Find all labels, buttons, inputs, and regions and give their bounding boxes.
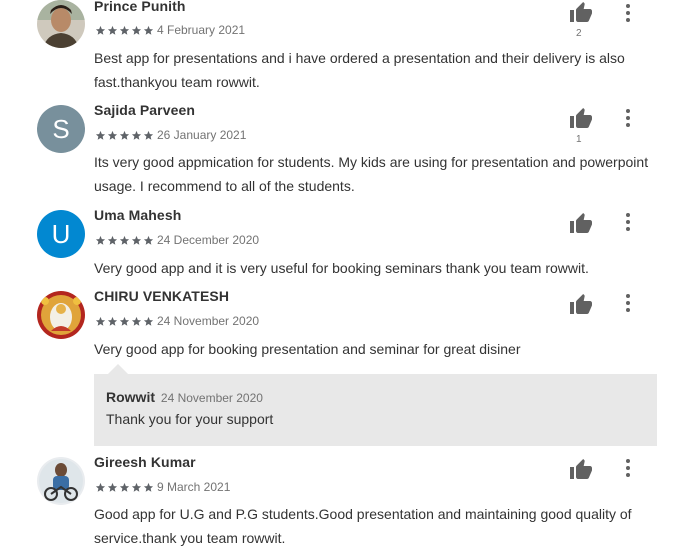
- star-icon: [119, 482, 130, 493]
- star-icon: [131, 316, 142, 327]
- star-icon: [95, 235, 106, 246]
- review-date: 26 January 2021: [157, 128, 247, 142]
- rating-row: 4 February 2021: [95, 23, 245, 37]
- star-icon: [95, 130, 106, 141]
- more-options-icon[interactable]: [621, 292, 635, 314]
- developer-reply-text: Thank you for your support: [106, 411, 274, 427]
- star-icon: [131, 235, 142, 246]
- helpful-thumb-icon[interactable]: [568, 212, 594, 236]
- review-author: CHIRU VENKATESH: [94, 288, 230, 304]
- star-icon: [131, 25, 142, 36]
- review-date: 24 November 2020: [157, 314, 260, 328]
- more-options-icon[interactable]: [621, 211, 635, 233]
- star-icon: [131, 482, 142, 493]
- star-icon: [131, 130, 142, 141]
- developer-name: Rowwit: [106, 389, 155, 405]
- more-options-icon[interactable]: [621, 457, 635, 479]
- star-icon: [107, 130, 118, 141]
- rating-row: 26 January 2021: [95, 128, 246, 142]
- star-icon: [107, 316, 118, 327]
- avatar: S: [37, 105, 85, 153]
- review-author: Gireesh Kumar: [94, 454, 196, 470]
- review-text: Good app for U.G and P.G students.Good p…: [94, 506, 632, 546]
- review-author: Prince Punith: [94, 0, 186, 14]
- rating-row: 24 December 2020: [95, 233, 259, 247]
- review-text: Best app for presentations and i have or…: [94, 50, 625, 90]
- avatar: [37, 291, 85, 339]
- star-rating: [95, 316, 154, 327]
- more-options-icon[interactable]: [621, 2, 635, 24]
- avatar: [37, 457, 85, 505]
- star-rating: [95, 235, 154, 246]
- star-rating: [95, 25, 154, 36]
- star-icon: [107, 482, 118, 493]
- review-author: Sajida Parveen: [94, 102, 196, 118]
- helpful-count: 1: [576, 134, 582, 145]
- star-icon: [107, 235, 118, 246]
- review-date: 24 December 2020: [157, 233, 260, 247]
- star-icon: [143, 316, 154, 327]
- avatar: U: [37, 210, 85, 258]
- star-icon: [95, 316, 106, 327]
- star-rating: [95, 130, 154, 141]
- developer-reply: Rowwit 24 November 2020 Thank you for yo…: [94, 364, 657, 446]
- review-author: Uma Mahesh: [94, 207, 182, 223]
- rating-row: 24 November 2020: [95, 314, 259, 328]
- helpful-thumb-icon[interactable]: [568, 1, 594, 25]
- more-options-icon[interactable]: [621, 107, 635, 129]
- star-icon: [119, 316, 130, 327]
- review-text: Very good app for booking presentation a…: [94, 341, 521, 357]
- star-icon: [107, 25, 118, 36]
- helpful-thumb-icon[interactable]: [568, 458, 594, 482]
- star-icon: [119, 25, 130, 36]
- star-icon: [143, 235, 154, 246]
- star-icon: [95, 482, 106, 493]
- review-text: Very good app and it is very useful for …: [94, 260, 589, 276]
- developer-reply-header: Rowwit 24 November 2020: [106, 389, 263, 405]
- star-icon: [143, 130, 154, 141]
- review-text: Its very good appmication for students. …: [94, 154, 649, 194]
- avatar-letter: S: [52, 113, 70, 144]
- helpful-thumb-icon[interactable]: [568, 107, 594, 131]
- star-icon: [143, 482, 154, 493]
- review-date: 9 March 2021: [157, 480, 231, 494]
- star-rating: [95, 482, 154, 493]
- rating-row: 9 March 2021: [95, 480, 230, 494]
- developer-reply-date: 24 November 2020: [160, 391, 263, 405]
- star-icon: [143, 25, 154, 36]
- star-icon: [95, 25, 106, 36]
- helpful-thumb-icon[interactable]: [568, 293, 594, 317]
- star-icon: [119, 235, 130, 246]
- avatar: [37, 0, 85, 48]
- review-date: 4 February 2021: [157, 23, 246, 37]
- star-icon: [119, 130, 130, 141]
- helpful-count: 2: [576, 28, 582, 39]
- avatar-letter: U: [51, 218, 71, 249]
